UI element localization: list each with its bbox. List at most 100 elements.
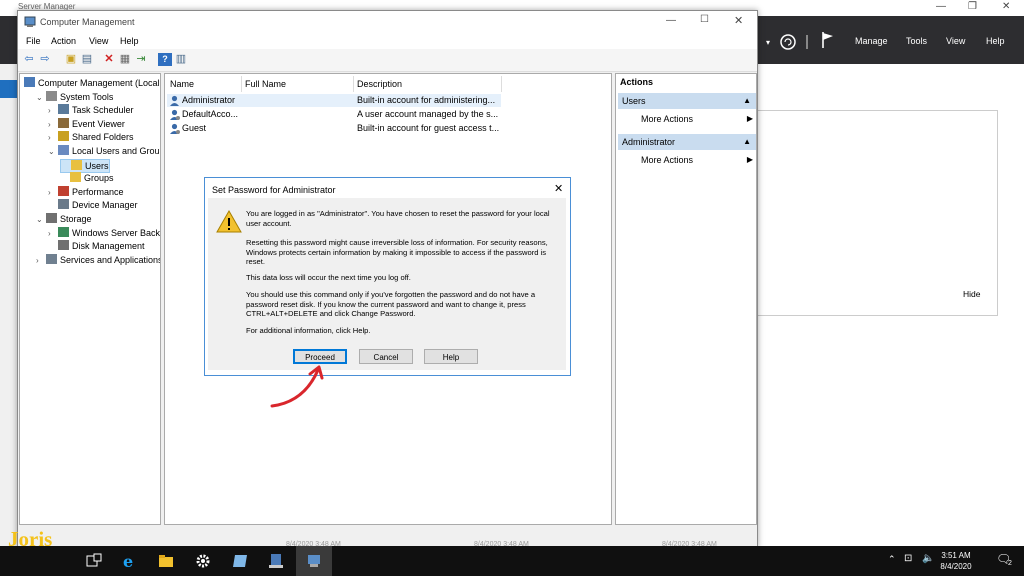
manage-menu[interactable]: Manage	[855, 36, 888, 46]
chevron-right-icon[interactable]: ›	[48, 104, 58, 117]
dialog-message: Resetting this password might cause irre…	[246, 238, 548, 266]
set-password-dialog: Set Password for Administrator ✕ You are…	[204, 177, 571, 376]
tree-item[interactable]: Groups	[60, 172, 114, 185]
powershell-icon[interactable]	[232, 553, 248, 569]
server-manager-icon[interactable]	[268, 553, 284, 569]
refresh-icon[interactable]: ▾	[758, 34, 818, 50]
dashboard-nav-item[interactable]	[0, 80, 17, 98]
chevron-right-icon[interactable]: ›	[48, 131, 58, 144]
settings-gear-icon[interactable]	[195, 553, 211, 569]
volume-icon[interactable]: 🔈	[922, 553, 934, 564]
more-actions-users[interactable]: More Actions ▶	[641, 112, 753, 126]
minimize-icon[interactable]: —	[666, 15, 676, 26]
table-row[interactable]: Guest Built-in account for guest access …	[167, 122, 501, 135]
tree-node-icon	[58, 199, 69, 210]
tree-item-label: System Tools	[60, 91, 114, 102]
show-hidden-icons-icon[interactable]: ⌃	[888, 554, 896, 565]
help-menu[interactable]: Help	[986, 36, 1005, 46]
flag-icon[interactable]	[820, 31, 836, 49]
close-icon[interactable]: ✕	[554, 182, 563, 195]
tree-item[interactable]: › Services and Applications	[36, 253, 160, 267]
chevron-right-icon[interactable]: ›	[48, 227, 58, 240]
column-header-description[interactable]: Description	[357, 79, 402, 89]
column-separator[interactable]	[353, 76, 354, 92]
tree-node-icon	[58, 104, 69, 115]
chevron-down-icon[interactable]: ⌄	[36, 213, 46, 226]
server-manager-nav	[0, 64, 17, 546]
more-actions-administrator[interactable]: More Actions ▶	[641, 153, 753, 167]
tree-item[interactable]: › Event Viewer	[48, 117, 125, 131]
up-folder-icon[interactable]: ▣	[64, 53, 78, 66]
submenu-arrow-icon: ▶	[746, 114, 753, 123]
hide-link[interactable]: Hide	[963, 289, 980, 299]
menu-file[interactable]: File	[26, 36, 41, 46]
tree-item[interactable]: › Performance	[48, 185, 124, 199]
notification-count: 2	[1008, 560, 1012, 567]
tree-node-icon	[70, 172, 81, 183]
tree-item-label: Computer Management (Local	[38, 78, 160, 88]
tree-item[interactable]: › Task Scheduler	[48, 104, 134, 117]
tree-item[interactable]: ⌄ Storage	[36, 213, 92, 226]
actions-section-users[interactable]: Users ▲	[618, 93, 756, 109]
dialog-message: You are logged in as "Administrator". Yo…	[246, 209, 550, 228]
clock[interactable]: 3:51 AM 8/4/2020	[936, 550, 976, 572]
tree-item-label: Performance	[72, 186, 124, 197]
close-icon[interactable]: ✕	[734, 14, 743, 27]
maximize-icon[interactable]: ☐	[700, 14, 709, 25]
properties-icon[interactable]: ▦	[118, 53, 132, 66]
table-row[interactable]: DefaultAcco... A user account managed by…	[167, 108, 501, 121]
tree-item[interactable]: Users	[60, 158, 110, 173]
dialog-message: You should use this command only if you'…	[246, 290, 536, 318]
column-header-full-name[interactable]: Full Name	[245, 79, 286, 89]
collapse-icon[interactable]: ▲	[743, 134, 751, 150]
export-list-icon[interactable]: ⇥	[134, 53, 148, 66]
actions-section-administrator[interactable]: Administrator ▲	[618, 134, 756, 150]
minimize-icon[interactable]: —	[936, 1, 946, 12]
tree-item[interactable]: Device Manager	[48, 199, 138, 212]
cancel-button[interactable]: Cancel	[359, 349, 413, 364]
menu-action[interactable]: Action	[51, 36, 76, 46]
column-separator[interactable]	[241, 76, 242, 92]
chevron-down-icon[interactable]: ⌄	[48, 145, 58, 158]
toolbar: ⇦ ⇨ ▣ ▤ ✕ ▦ ⇥ ? ▥	[18, 49, 757, 72]
table-row[interactable]: Administrator Built-in account for admin…	[167, 94, 501, 107]
annotation-arrow-icon	[270, 365, 324, 408]
tree-node-icon	[58, 131, 69, 142]
tree-item[interactable]: ⌄ System Tools	[36, 90, 114, 104]
help-icon[interactable]: ?	[158, 53, 172, 66]
close-icon[interactable]: ✕	[1002, 1, 1010, 12]
chevron-right-icon[interactable]: ›	[48, 186, 58, 199]
window-title: Computer Management	[40, 17, 135, 27]
tree-item[interactable]: Computer Management (Local	[24, 77, 160, 90]
tree-item-label: Storage	[60, 214, 92, 224]
menu-help[interactable]: Help	[120, 36, 139, 46]
chevron-right-icon[interactable]: ›	[36, 254, 46, 267]
menu-view[interactable]: View	[89, 36, 108, 46]
taskbar-active-app[interactable]	[296, 546, 332, 576]
tree-item[interactable]: › Shared Folders	[48, 131, 134, 144]
tree-item[interactable]: › Windows Server Backup	[48, 226, 160, 240]
column-separator[interactable]	[501, 76, 502, 92]
internet-explorer-icon[interactable]: e	[122, 553, 138, 569]
tree-item-label: Shared Folders	[72, 132, 134, 143]
forward-icon[interactable]: ⇨	[38, 53, 52, 66]
delete-icon[interactable]: ✕	[102, 53, 116, 66]
back-icon[interactable]: ⇦	[22, 53, 36, 66]
view-menu[interactable]: View	[946, 36, 965, 46]
chevron-right-icon[interactable]: ›	[48, 118, 58, 131]
restore-icon[interactable]: ❐	[968, 1, 977, 12]
chevron-down-icon[interactable]: ⌄	[36, 91, 46, 104]
tree-node-icon	[71, 159, 82, 170]
column-header-name[interactable]: Name	[170, 79, 194, 89]
file-explorer-icon[interactable]	[158, 553, 174, 569]
collapse-icon[interactable]: ▲	[743, 93, 751, 109]
tree-item[interactable]: ⌄ Local Users and Groups	[48, 145, 160, 158]
network-icon[interactable]: ⊡	[904, 553, 912, 564]
svg-text:e: e	[123, 553, 133, 569]
show-hide-action-pane-icon[interactable]: ▥	[174, 53, 188, 66]
task-view-icon[interactable]	[86, 553, 102, 569]
show-hide-tree-icon[interactable]: ▤	[80, 53, 94, 66]
tools-menu[interactable]: Tools	[906, 36, 927, 46]
help-button[interactable]: Help	[424, 349, 478, 364]
tree-item[interactable]: Disk Management	[48, 240, 145, 253]
